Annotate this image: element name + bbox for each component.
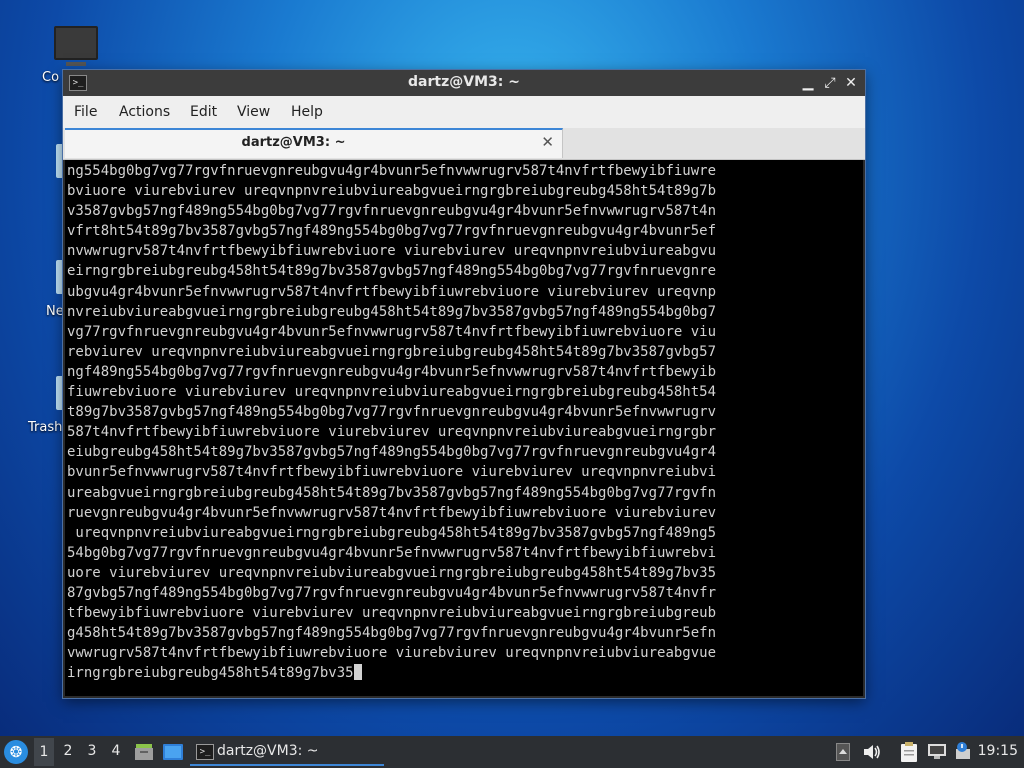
terminal-line: 87gvbg57ngf489ng554bg0bg7vg77rgvfnruevgn… (67, 584, 717, 601)
tab-bar: dartz@VM3: ~ ✕ (63, 128, 865, 160)
tray-up-arrow-icon[interactable] (836, 743, 850, 761)
workspace-4[interactable]: 4 (106, 743, 126, 759)
terminal-window: >_ dartz@VM3: ~ ▁ ⤢ ✕ File Actions Edit … (63, 70, 865, 698)
terminal-line: eirngrgbreiubgreubg458ht54t89g7bv3587gvb… (67, 263, 717, 280)
terminal-line: v3587gvbg57ngf489ng554bg0bg7vg77rgvfnrue… (67, 203, 717, 220)
desktop-icon-label: Ne (46, 304, 64, 319)
start-menu-button[interactable]: ❂ (4, 740, 28, 764)
minimize-button[interactable]: ▁ (799, 74, 817, 92)
terminal-line: rebviurev ureqvnpnvreiubviureabgvueirngr… (67, 343, 717, 360)
terminal-line: vwwrugrv587t4nvfrtfbewyibfiuwrebviuore v… (67, 645, 717, 662)
menu-bar: File Actions Edit View Help (63, 96, 865, 128)
clipboard-icon[interactable] (900, 741, 918, 763)
workspace-1[interactable]: 1 (34, 738, 54, 766)
terminal-output[interactable]: ng554bg0bg7vg77rgvfnruevgnreubgvu4gr4bvu… (65, 160, 863, 696)
terminal-line: ubgvu4gr4bvunr5efnvwwrugrv587t4nvfrtfbew… (67, 283, 717, 300)
terminal-line: ruevgnreubgvu4gr4bvunr5efnvwwrugrv587t4n… (67, 504, 717, 521)
tab-label: dartz@VM3: ~ (241, 135, 346, 150)
terminal-line: 587t4nvfrtfbewyibfiuwrebviuore viurebviu… (67, 424, 717, 441)
terminal-line: vg77rgvfnruevgnreubgvu4gr4bvunr5efnvwwru… (67, 323, 717, 340)
clock: 19:15 (977, 743, 1018, 759)
updates-icon[interactable] (953, 741, 973, 761)
terminal-line: ng554bg0bg7vg77rgvfnruevgnreubgvu4gr4bvu… (67, 163, 717, 179)
terminal-line: eiubgreubg458ht54t89g7bv3587gvbg57ngf489… (67, 444, 717, 461)
terminal-line: uore viurebviurev ureqvnpnvreiubviureabg… (67, 564, 717, 581)
terminal-line: t89g7bv3587gvbg57ngf489ng554bg0bg7vg77rg… (67, 404, 717, 421)
terminal-line: ngf489ng554bg0bg7vg77rgvfnruevgnreubgvu4… (67, 363, 717, 380)
menu-edit[interactable]: Edit (190, 104, 217, 120)
close-button[interactable]: ✕ (842, 74, 860, 92)
show-desktop-icon[interactable] (163, 744, 183, 760)
computer-icon (54, 26, 98, 66)
volume-icon[interactable] (863, 744, 881, 760)
file-manager-icon[interactable] (134, 743, 154, 761)
terminal-line: irngrgbreiubgreubg458ht54t89g7bv35 (67, 665, 354, 682)
terminal-line: ureqvnpnvreiubviureabgvueirngrgbreiubgre… (67, 524, 717, 541)
terminal-line: bvunr5efnvwwrugrv587t4nvfrtfbewyibfiuwre… (67, 464, 717, 481)
menu-help[interactable]: Help (291, 104, 323, 120)
tab-close-icon[interactable]: ✕ (541, 133, 554, 151)
network-tray-icon[interactable] (927, 743, 947, 761)
terminal-line: g458ht54t89g7bv3587gvbg57ngf489ng554bg0b… (67, 625, 717, 642)
desktop-icon-label: Trash (28, 420, 63, 435)
menu-actions[interactable]: Actions (119, 104, 170, 120)
terminal-line: ureabgvueirngrgbreiubgreubg458ht54t89g7b… (67, 484, 717, 501)
tab-terminal[interactable]: dartz@VM3: ~ ✕ (65, 128, 563, 158)
terminal-line: 54bg0bg7vg77rgvfnruevgnreubgvu4gr4bvunr5… (67, 544, 717, 561)
terminal-line: bviuore viurebviurev ureqvnpnvreiubviure… (67, 183, 717, 200)
task-label: dartz@VM3: ~ (217, 743, 319, 759)
terminal-line: nvreiubviureabgvueirngrgbreiubgreubg458h… (67, 303, 717, 320)
terminal-line: nvwwrugrv587t4nvfrtfbewyibfiuwrebviuore … (67, 243, 717, 260)
taskbar: ❂ 1 2 3 4 >_ dartz@VM3: ~ 19:15 (0, 736, 1024, 768)
menu-file[interactable]: File (74, 104, 97, 120)
workspace-2[interactable]: 2 (58, 743, 78, 759)
text-cursor (353, 664, 362, 681)
terminal-task-icon: >_ (196, 744, 214, 760)
desktop-icon-label: Co (42, 70, 60, 85)
menu-view[interactable]: View (237, 104, 270, 120)
terminal-line: tfbewyibfiuwrebviuore viurebviurev ureqv… (67, 605, 717, 622)
terminal-line: fiuwrebviuore viurebviurev ureqvnpnvreiu… (67, 384, 717, 401)
terminal-lines: ng554bg0bg7vg77rgvfnruevgnreubgvu4gr4bvu… (67, 161, 716, 683)
window-titlebar[interactable]: >_ dartz@VM3: ~ ▁ ⤢ ✕ (63, 70, 865, 96)
window-title: dartz@VM3: ~ (408, 74, 520, 90)
terminal-line: vfrt8ht54t89g7bv3587gvbg57ngf489ng554bg0… (67, 223, 717, 240)
maximize-button[interactable]: ⤢ (821, 74, 839, 92)
workspace-3[interactable]: 3 (82, 743, 102, 759)
taskbar-task-terminal[interactable]: >_ dartz@VM3: ~ (190, 738, 384, 766)
